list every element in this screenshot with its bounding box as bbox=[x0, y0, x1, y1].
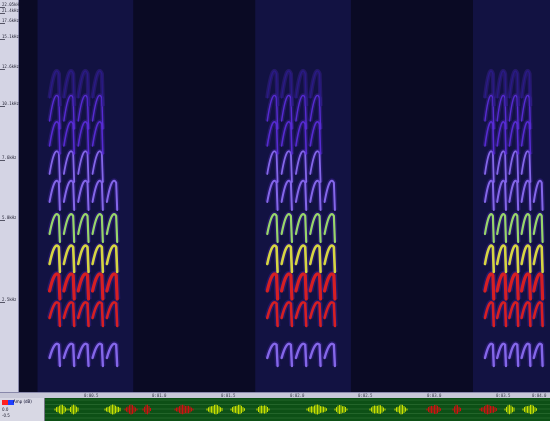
waveform-top-label: 0.0 bbox=[2, 407, 9, 412]
frequency-tick-mark bbox=[0, 220, 5, 221]
frequency-tick-mark bbox=[0, 106, 5, 107]
waveform-label: Amp (dB) bbox=[13, 399, 32, 404]
spectrogram-view[interactable] bbox=[19, 0, 550, 392]
frequency-tick-mark bbox=[0, 39, 5, 40]
frequency-tick-mark bbox=[0, 69, 5, 70]
frequency-axis: 22.05kHz 21.4kHz 17.6kHz 15.1kHz 12.6kHz 10.1… bbox=[0, 0, 21, 392]
waveform-panel[interactable]: Amp (dB) 0.0 -0.5 bbox=[0, 398, 550, 421]
frequency-tick-mark bbox=[0, 13, 5, 14]
frequency-tick-mark bbox=[0, 160, 5, 161]
waveform-canvas[interactable] bbox=[45, 398, 550, 421]
frequency-tick-mark bbox=[0, 23, 5, 24]
frequency-tick-mark bbox=[0, 302, 5, 303]
waveform-bottom-label: -0.5 bbox=[2, 413, 10, 418]
waveform-info: Amp (dB) 0.0 -0.5 bbox=[0, 398, 45, 421]
spectrogram-canvas[interactable] bbox=[19, 0, 550, 392]
